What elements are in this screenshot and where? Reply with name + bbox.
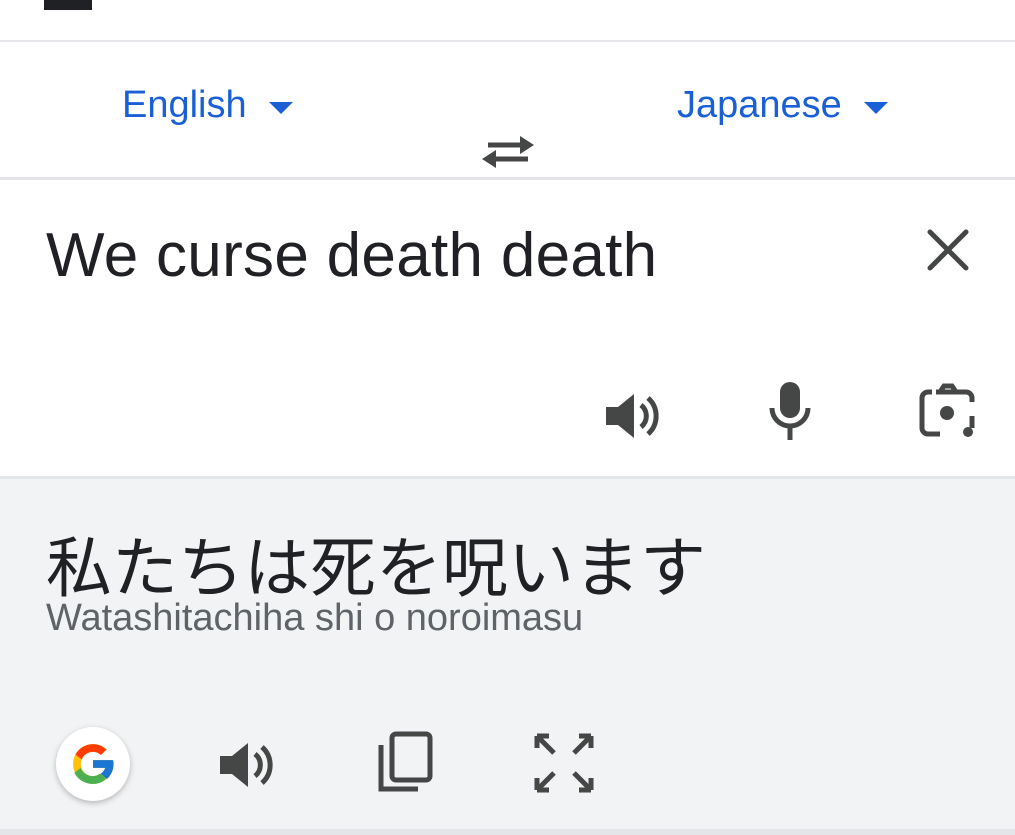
google-logo-button[interactable]: [56, 727, 130, 801]
microphone-icon[interactable]: [768, 380, 812, 442]
chevron-down-icon: [863, 101, 888, 114]
menu-icon[interactable]: [44, 0, 92, 10]
target-language-button[interactable]: Japanese: [677, 84, 888, 127]
source-language-button[interactable]: English: [122, 84, 293, 127]
translation-output-panel: 私たちは死を呪います Watashitachiha shi o noroimas…: [0, 479, 1015, 829]
source-text-input[interactable]: We curse death death: [46, 220, 657, 291]
target-language-label: Japanese: [677, 84, 842, 126]
source-language-label: English: [122, 84, 247, 126]
language-bar: English Japanese: [0, 42, 1015, 177]
close-icon[interactable]: [922, 224, 974, 276]
chevron-down-icon: [268, 101, 293, 114]
speaker-icon[interactable]: [218, 739, 276, 791]
camera-lens-icon[interactable]: [918, 382, 976, 440]
google-g-icon: [73, 744, 115, 784]
fullscreen-icon[interactable]: [534, 733, 594, 793]
romanization-text: Watashitachiha shi o noroimasu: [46, 597, 584, 639]
swap-languages-icon[interactable]: [478, 126, 538, 174]
divider: [0, 829, 1015, 835]
speaker-icon[interactable]: [604, 390, 662, 442]
source-input-panel[interactable]: We curse death death: [0, 180, 1015, 476]
copy-icon[interactable]: [376, 731, 434, 795]
